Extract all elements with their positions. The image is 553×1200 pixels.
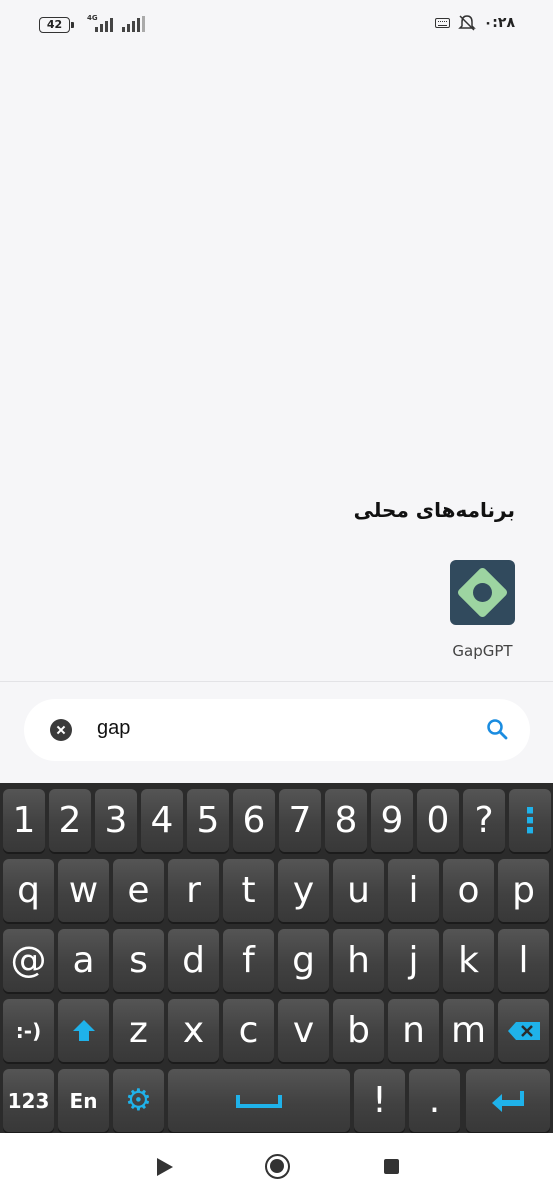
key-r[interactable]: r xyxy=(168,859,219,922)
navigation-bar xyxy=(0,1133,553,1200)
key-6[interactable]: 6 xyxy=(233,789,275,852)
key-settings[interactable]: ⚙ xyxy=(113,1069,164,1132)
key-s[interactable]: s xyxy=(113,929,164,992)
key-i[interactable]: i xyxy=(388,859,439,922)
key-3[interactable]: 3 xyxy=(95,789,137,852)
search-input[interactable] xyxy=(97,717,397,740)
key-d[interactable]: d xyxy=(168,929,219,992)
status-right-group: ۰:۲۸ xyxy=(434,14,515,32)
key-o[interactable]: o xyxy=(443,859,494,922)
signal-icon-sim2 xyxy=(122,16,145,32)
clear-icon[interactable] xyxy=(50,719,72,741)
key-g[interactable]: g xyxy=(278,929,329,992)
key-4[interactable]: 4 xyxy=(141,789,183,852)
back-icon[interactable] xyxy=(157,1158,173,1176)
key-h[interactable]: h xyxy=(333,929,384,992)
key-c[interactable]: c xyxy=(223,999,274,1062)
key-x[interactable]: x xyxy=(168,999,219,1062)
key-z[interactable]: z xyxy=(113,999,164,1062)
silent-bell-icon xyxy=(457,15,476,31)
keyboard: 1 2 3 4 5 6 7 8 9 0 ? ⋮ q w e r t y u i … xyxy=(0,783,553,1133)
key-p[interactable]: p xyxy=(498,859,549,922)
key-language[interactable]: En xyxy=(58,1069,109,1132)
key-enter[interactable] xyxy=(466,1069,550,1132)
key-w[interactable]: w xyxy=(58,859,109,922)
key-t[interactable]: t xyxy=(223,859,274,922)
key-at[interactable]: @ xyxy=(3,929,54,992)
enter-icon xyxy=(492,1090,524,1112)
key-f[interactable]: f xyxy=(223,929,274,992)
keyboard-icon xyxy=(434,18,450,28)
divider xyxy=(0,681,553,682)
space-icon xyxy=(236,1094,282,1108)
key-numbers[interactable]: 123 xyxy=(3,1069,54,1132)
backspace-icon xyxy=(507,1021,540,1040)
battery-icon: 42 xyxy=(39,17,74,33)
search-icon[interactable] xyxy=(486,718,508,740)
key-7[interactable]: 7 xyxy=(279,789,321,852)
key-u[interactable]: u xyxy=(333,859,384,922)
home-icon[interactable] xyxy=(265,1154,290,1179)
key-2[interactable]: 2 xyxy=(49,789,91,852)
key-e[interactable]: e xyxy=(113,859,164,922)
key-emoticon[interactable]: :-) xyxy=(3,999,54,1062)
key-l[interactable]: l xyxy=(498,929,549,992)
gapgpt-app-icon[interactable] xyxy=(450,560,515,625)
app-label[interactable]: GapGPT xyxy=(440,642,525,660)
key-exclamation[interactable]: ! xyxy=(354,1069,405,1132)
key-q[interactable]: q xyxy=(3,859,54,922)
key-a[interactable]: a xyxy=(58,929,109,992)
key-space[interactable] xyxy=(168,1069,350,1132)
key-9[interactable]: 9 xyxy=(371,789,413,852)
more-vert-icon: ⋮ xyxy=(513,800,547,841)
shift-icon xyxy=(72,1019,95,1041)
app-logo-dot xyxy=(473,583,492,602)
key-k[interactable]: k xyxy=(443,929,494,992)
gear-icon: ⚙ xyxy=(125,1083,152,1118)
section-title: برنامه‌های محلی xyxy=(353,498,515,522)
key-more-menu[interactable]: ⋮ xyxy=(509,789,551,852)
key-1[interactable]: 1 xyxy=(3,789,45,852)
recents-icon[interactable] xyxy=(384,1159,399,1174)
status-time: ۰:۲۸ xyxy=(483,15,515,31)
search-bar[interactable] xyxy=(24,699,530,761)
key-shift[interactable] xyxy=(58,999,109,1062)
status-bar: 42 4G ۰:۲۸ xyxy=(0,0,553,48)
key-5[interactable]: 5 xyxy=(187,789,229,852)
key-period[interactable]: . xyxy=(409,1069,460,1132)
key-v[interactable]: v xyxy=(278,999,329,1062)
key-j[interactable]: j xyxy=(388,929,439,992)
key-m[interactable]: m xyxy=(443,999,494,1062)
key-0[interactable]: 0 xyxy=(417,789,459,852)
key-b[interactable]: b xyxy=(333,999,384,1062)
key-8[interactable]: 8 xyxy=(325,789,367,852)
key-backspace[interactable] xyxy=(498,999,549,1062)
key-y[interactable]: y xyxy=(278,859,329,922)
key-n[interactable]: n xyxy=(388,999,439,1062)
signal-icon xyxy=(95,16,113,32)
key-question[interactable]: ? xyxy=(463,789,505,852)
